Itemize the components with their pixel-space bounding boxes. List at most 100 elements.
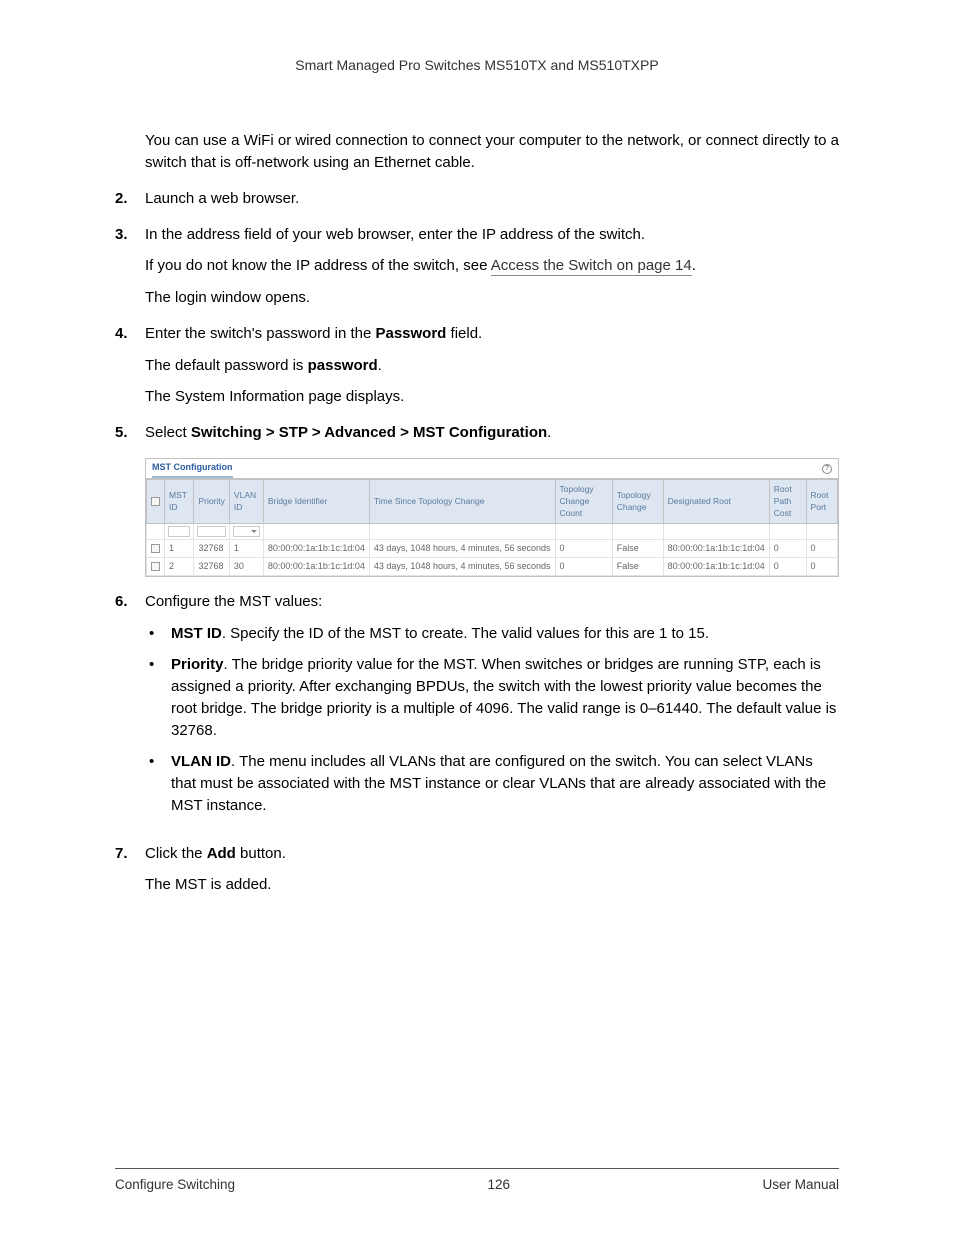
cell-rpc: 0 <box>769 539 806 557</box>
password-field-label: Password <box>375 325 446 342</box>
col-rport: Root Port <box>806 479 837 523</box>
step-7-text: Click the Add button. <box>145 843 839 865</box>
text-vlan: . The menu includes all VLANs that are c… <box>171 753 826 814</box>
col-droot: Designated Root <box>663 479 769 523</box>
cell-tcc: 0 <box>555 557 612 575</box>
step-3: 3. In the address field of your web brow… <box>115 224 839 309</box>
table-row: 1 32768 1 80:00:00:1a:1b:1c:1d:04 43 day… <box>147 539 838 557</box>
doc-header: Smart Managed Pro Switches MS510TX and M… <box>115 55 839 75</box>
cell-priority: 32768 <box>194 557 229 575</box>
step-4-n1a: The default password is <box>145 357 308 374</box>
filter-vlan-select[interactable] <box>233 526 260 537</box>
step-5: 5. Select Switching > STP > Advanced > M… <box>115 422 839 444</box>
mst-table: MST ID Priority VLAN ID Bridge Identifie… <box>146 479 838 576</box>
col-tc: Topology Change <box>612 479 663 523</box>
step-num-2: 2. <box>115 188 145 210</box>
cell-droot: 80:00:00:1a:1b:1c:1d:04 <box>663 539 769 557</box>
step-3-text: In the address field of your web browser… <box>145 224 839 246</box>
step-4: 4. Enter the switch's password in the Pa… <box>115 323 839 408</box>
bullet-mstid: • MST ID. Specify the ID of the MST to c… <box>145 623 839 645</box>
bullet-vlan: • VLAN ID. The menu includes all VLANs t… <box>145 751 839 816</box>
label-priority: Priority <box>171 656 224 673</box>
footer-section: Configure Switching <box>115 1175 235 1195</box>
text-mstid: . Specify the ID of the MST to create. T… <box>222 625 709 642</box>
menu-path: Switching > STP > Advanced > MST Configu… <box>191 424 547 441</box>
step-2-text: Launch a web browser. <box>145 188 839 210</box>
step-3-note-a: If you do not know the IP address of the… <box>145 257 491 274</box>
step-3-note-b: . <box>692 257 696 274</box>
cell-bridge: 80:00:00:1a:1b:1c:1d:04 <box>263 539 369 557</box>
cell-rport: 0 <box>806 539 837 557</box>
footer-title: User Manual <box>762 1175 839 1195</box>
step-num-6: 6. <box>115 591 145 829</box>
row-checkbox[interactable] <box>151 562 160 571</box>
cell-rpc: 0 <box>769 557 806 575</box>
step-5-b: . <box>547 424 551 441</box>
step-3-note: If you do not know the IP address of the… <box>145 255 839 277</box>
step-6-text: Configure the MST values: <box>145 591 839 613</box>
cell-vlan: 1 <box>229 539 263 557</box>
cell-tc: False <box>612 557 663 575</box>
row-checkbox[interactable] <box>151 544 160 553</box>
step-5-a: Select <box>145 424 191 441</box>
label-mstid: MST ID <box>171 625 222 642</box>
doc-footer: Configure Switching 126 User Manual <box>115 1168 839 1195</box>
bullet-icon: • <box>145 623 171 645</box>
table-row: 2 32768 30 80:00:00:1a:1b:1c:1d:04 43 da… <box>147 557 838 575</box>
cell-rport: 0 <box>806 557 837 575</box>
mst-config-screenshot: MST Configuration ? MST ID Priority VLAN… <box>145 458 839 577</box>
col-mstid: MST ID <box>165 479 194 523</box>
cell-mstid: 1 <box>165 539 194 557</box>
default-password: password <box>308 357 378 374</box>
step-4-n1b: . <box>378 357 382 374</box>
step-3-after: The login window opens. <box>145 287 839 309</box>
text-priority: . The bridge priority value for the MST.… <box>171 656 836 738</box>
step-7-b: button. <box>236 845 286 862</box>
step-4-note2: The System Information page displays. <box>145 386 839 408</box>
step-num-7: 7. <box>115 843 145 897</box>
col-bridge: Bridge Identifier <box>263 479 369 523</box>
step-num-3: 3. <box>115 224 145 309</box>
cell-droot: 80:00:00:1a:1b:1c:1d:04 <box>663 557 769 575</box>
chevron-down-icon <box>251 530 257 533</box>
cell-tcc: 0 <box>555 539 612 557</box>
cell-mstid: 2 <box>165 557 194 575</box>
mst-config-title: MST Configuration <box>152 461 233 478</box>
select-all-checkbox[interactable] <box>151 497 160 506</box>
cell-bridge: 80:00:00:1a:1b:1c:1d:04 <box>263 557 369 575</box>
filter-mstid[interactable] <box>168 526 190 537</box>
cell-tstc: 43 days, 1048 hours, 4 minutes, 56 secon… <box>369 539 555 557</box>
cell-vlan: 30 <box>229 557 263 575</box>
col-rpc: Root Path Cost <box>769 479 806 523</box>
filter-row <box>147 523 838 539</box>
intro-paragraph: You can use a WiFi or wired connection t… <box>145 130 839 174</box>
col-tcc: Topology Change Count <box>555 479 612 523</box>
bullet-icon: • <box>145 751 171 816</box>
step-num-5: 5. <box>115 422 145 444</box>
step-2: 2. Launch a web browser. <box>115 188 839 210</box>
bullet-icon: • <box>145 654 171 741</box>
label-vlan: VLAN ID <box>171 753 231 770</box>
step-4-a: Enter the switch's password in the <box>145 325 375 342</box>
step-6: 6. Configure the MST values: • MST ID. S… <box>115 591 839 829</box>
cell-tstc: 43 days, 1048 hours, 4 minutes, 56 secon… <box>369 557 555 575</box>
step-7: 7. Click the Add button. The MST is adde… <box>115 843 839 897</box>
cell-priority: 32768 <box>194 539 229 557</box>
footer-page: 126 <box>488 1175 511 1195</box>
step-7-after: The MST is added. <box>145 874 839 896</box>
add-button-label: Add <box>207 845 236 862</box>
step-5-text: Select Switching > STP > Advanced > MST … <box>145 422 839 444</box>
col-tstc: Time Since Topology Change <box>369 479 555 523</box>
step-4-note1: The default password is password. <box>145 355 839 377</box>
step-4-text: Enter the switch's password in the Passw… <box>145 323 839 345</box>
bullet-priority: • Priority. The bridge priority value fo… <box>145 654 839 741</box>
step-num-4: 4. <box>115 323 145 408</box>
step-7-a: Click the <box>145 845 207 862</box>
col-vlan: VLAN ID <box>229 479 263 523</box>
col-priority: Priority <box>194 479 229 523</box>
filter-priority[interactable] <box>197 526 225 537</box>
help-icon[interactable]: ? <box>822 464 832 474</box>
access-switch-link[interactable]: Access the Switch on page 14 <box>491 257 692 276</box>
step-4-b: field. <box>446 325 482 342</box>
cell-tc: False <box>612 539 663 557</box>
